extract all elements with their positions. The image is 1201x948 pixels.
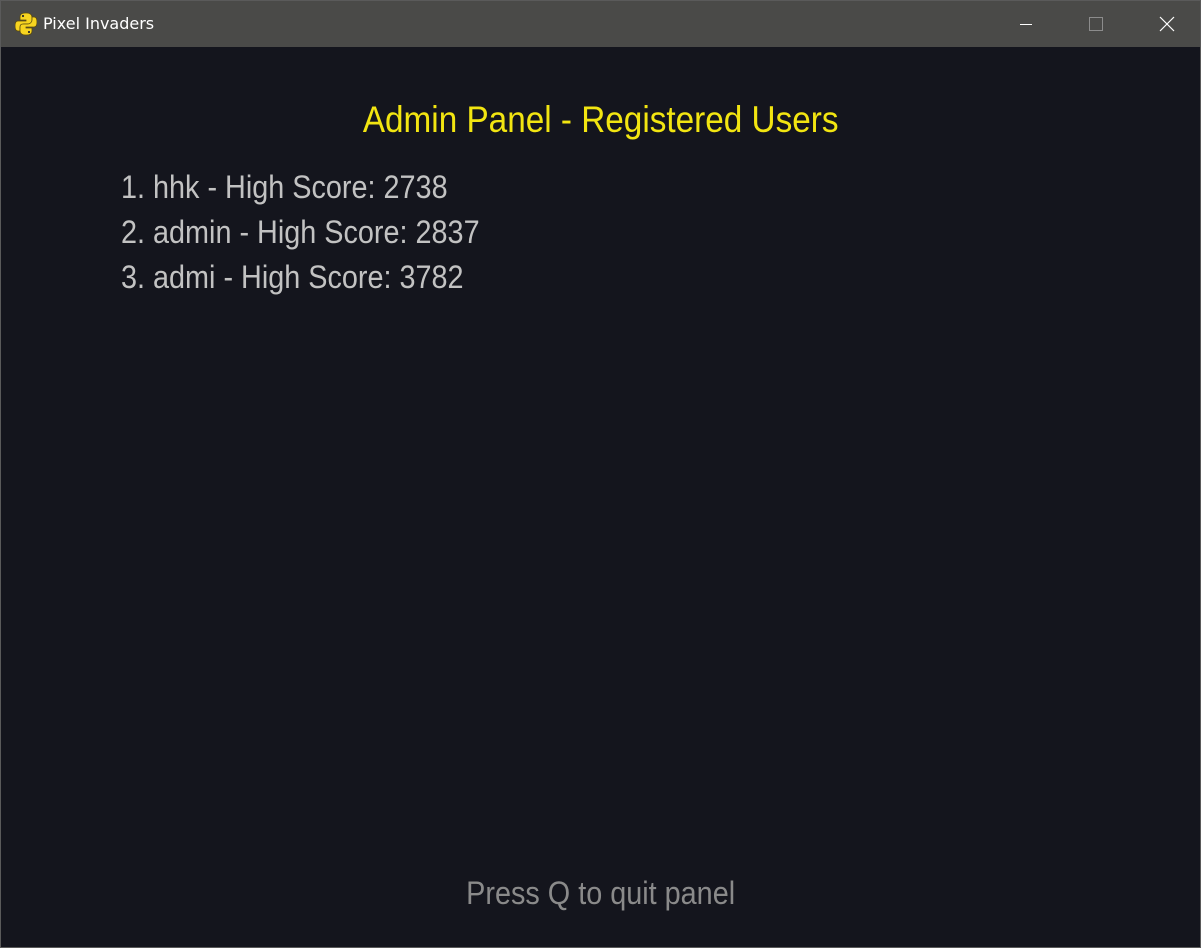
minimize-button[interactable] [991, 1, 1061, 47]
window-title: Pixel Invaders [43, 14, 155, 33]
registered-users-list: 1. hhk - High Score: 2738 2. admin - Hig… [121, 169, 519, 304]
user-row: 2. admin - High Score: 2837 [121, 214, 480, 250]
game-window: Pixel Invaders Admin Panel - Registered … [0, 0, 1201, 948]
panel-title: Admin Panel - Registered Users [362, 99, 839, 140]
user-row: 1. hhk - High Score: 2738 [121, 169, 448, 205]
close-button[interactable] [1131, 1, 1201, 47]
close-icon [1159, 16, 1175, 32]
minimize-icon [1020, 24, 1032, 25]
maximize-icon [1089, 17, 1103, 31]
maximize-button[interactable] [1061, 1, 1131, 47]
python-snake-icon [15, 12, 37, 36]
title-bar[interactable]: Pixel Invaders [1, 1, 1200, 47]
quit-hint: Press Q to quit panel [466, 875, 736, 911]
game-canvas[interactable]: Admin Panel - Registered Users 1. hhk - … [1, 47, 1200, 947]
user-row: 3. admi - High Score: 3782 [121, 259, 464, 295]
